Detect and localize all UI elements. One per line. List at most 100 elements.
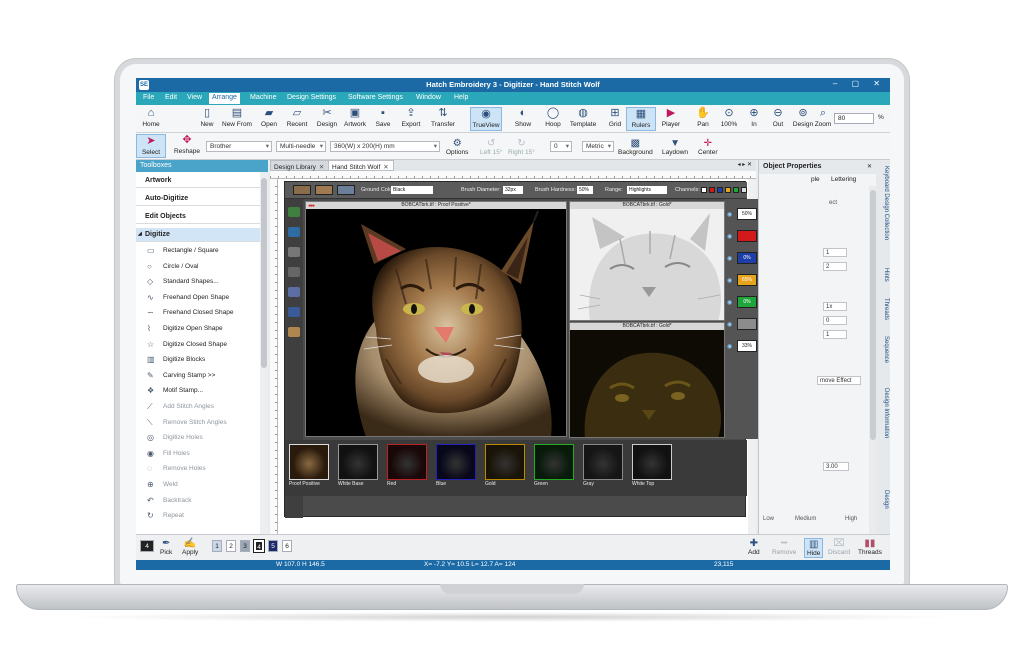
tab-scroll-arrows-icon[interactable]: ◂ ▸ ✕: [738, 161, 752, 168]
laydown-button[interactable]: ▼ Laydown: [662, 138, 688, 156]
tab-hints[interactable]: Hints: [877, 268, 889, 282]
tab-hand-stitch-wolf[interactable]: Hand Stitch Wolf ✕: [328, 160, 394, 171]
property-input-5[interactable]: 1: [823, 330, 847, 339]
digitize-tool-item[interactable]: ◇ Standard Shapes...: [145, 275, 259, 288]
menu-file[interactable]: File: [140, 94, 157, 101]
toolbox-section-auto-digitize[interactable]: Auto-Digitize: [136, 192, 260, 206]
threads-button[interactable]: ▮▮ Threads: [858, 538, 882, 556]
visibility-eye-icon[interactable]: ◉: [727, 277, 732, 284]
tab-design-information[interactable]: Design Information: [877, 388, 889, 438]
options-button[interactable]: ⚙ Options: [446, 138, 468, 156]
eye-tool-icon[interactable]: [288, 227, 300, 237]
toolbox-scrollbar[interactable]: [260, 172, 268, 534]
color-chip-3[interactable]: 3: [240, 540, 250, 552]
digitize-tool-item[interactable]: ✎ Carving Stamp >>: [145, 369, 259, 382]
tab-design[interactable]: Design: [877, 490, 889, 509]
gold-channel-window-top[interactable]: BOBCATbrk.tif : Gold*: [569, 201, 725, 321]
menu-machine[interactable]: Machine: [247, 94, 279, 101]
property-input-6[interactable]: 3.00: [823, 462, 849, 471]
digitize-tool-item[interactable]: ▥ Digitize Blocks: [145, 353, 259, 366]
property-input-3[interactable]: 1x: [823, 302, 847, 311]
channel-color-swatch[interactable]: 0%: [737, 296, 757, 308]
transfer-button[interactable]: ⇅ Transfer: [426, 107, 460, 131]
digitize-tool-item[interactable]: ◎ Digitize Holes: [145, 431, 259, 444]
channel-swatch-green[interactable]: [733, 187, 739, 193]
brush-preset-button-3[interactable]: [337, 185, 355, 195]
remove-effect-button[interactable]: move Effect: [817, 376, 861, 385]
color-chip-6[interactable]: 6: [282, 540, 292, 552]
save-button[interactable]: ▪ Save: [368, 107, 398, 131]
menu-design-settings[interactable]: Design Settings: [284, 94, 339, 101]
zoom-level-input[interactable]: 80: [834, 113, 874, 124]
menu-window[interactable]: Window: [413, 94, 444, 101]
background-button[interactable]: ▩ Background: [618, 138, 653, 156]
visibility-eye-icon[interactable]: ◉: [727, 321, 732, 328]
digitize-tool-item[interactable]: ○ Circle / Oval: [145, 260, 259, 273]
menu-view[interactable]: View: [184, 94, 205, 101]
tab-threads[interactable]: Threads: [877, 298, 889, 320]
window-controls[interactable]: – ▢ ✕: [833, 79, 886, 88]
menu-help[interactable]: Help: [451, 94, 471, 101]
brush-diameter-input[interactable]: 32px: [503, 186, 523, 194]
digitize-tool-item[interactable]: ↻ Repeat: [145, 509, 259, 522]
pick-button[interactable]: ✒ Pick: [160, 538, 172, 556]
rulers-button[interactable]: ▦ Rulers: [626, 107, 656, 131]
channel-swatch-gold[interactable]: [725, 187, 731, 193]
visibility-eye-icon[interactable]: ◉: [727, 255, 732, 262]
tab-lettering[interactable]: Lettering: [831, 176, 856, 183]
color-chip-2[interactable]: 2: [226, 540, 236, 552]
channel-thumbnail[interactable]: Gold: [485, 444, 525, 490]
current-color-number[interactable]: 4: [140, 540, 154, 552]
color-chip-4[interactable]: 4: [253, 539, 265, 553]
design-button[interactable]: ✂ Design: [312, 107, 342, 131]
player-button[interactable]: ▶ Player: [656, 107, 686, 131]
center-button[interactable]: ✛ Center: [698, 138, 718, 156]
digitize-tool-item[interactable]: ⊕ Weld: [145, 478, 259, 491]
channel-thumbnail[interactable]: White Base: [338, 444, 378, 490]
trueview-button[interactable]: ◉ TrueView: [470, 107, 502, 131]
zoom-button[interactable]: ⌕ Zoom: [812, 107, 834, 131]
show-button[interactable]: ◐ Show: [508, 107, 538, 131]
tab-simple[interactable]: ple: [811, 176, 820, 183]
discard-button[interactable]: ⌧ Discard: [828, 538, 850, 556]
export-button[interactable]: ⇪ Export: [396, 107, 426, 131]
channel-swatch-blue[interactable]: [717, 187, 723, 193]
angle-input[interactable]: 0: [550, 141, 572, 152]
menu-arrange[interactable]: Arrange: [209, 93, 240, 104]
tab-design-library[interactable]: Design Library ✕: [270, 160, 330, 171]
channel-color-swatch[interactable]: [737, 318, 757, 330]
toolbox-section-digitize[interactable]: ◢ Digitize: [136, 228, 260, 242]
channel-color-swatch[interactable]: 33%: [737, 340, 757, 352]
toolbox-scroll-thumb[interactable]: [261, 178, 267, 368]
close-icon[interactable]: ✕: [383, 164, 388, 171]
channel-color-swatch[interactable]: [737, 230, 757, 242]
digitize-tool-item[interactable]: ⟍ Remove Stitch Angles: [145, 416, 259, 429]
new-from-button[interactable]: ▤ New From: [220, 107, 254, 131]
apply-button[interactable]: ✍ Apply: [182, 538, 198, 556]
channel-color-swatch[interactable]: 50%: [737, 208, 757, 220]
channel-color-swatch[interactable]: 65%: [737, 274, 757, 286]
reshape-tool-button[interactable]: ✥ Reshape: [170, 134, 204, 158]
range-select[interactable]: Highlights: [627, 186, 667, 194]
select-tool-button[interactable]: ➤ Select: [136, 134, 166, 158]
ground-color-select[interactable]: Black: [391, 186, 433, 194]
tab-keyboard-design-collection[interactable]: Keyboard Design Collection: [877, 166, 889, 240]
digitize-tool-item[interactable]: ◌ Remove Holes: [145, 462, 259, 475]
add-button[interactable]: ✚ Add: [748, 538, 760, 556]
property-input-1[interactable]: 1: [823, 248, 847, 257]
eraser-tool-icon[interactable]: [288, 307, 300, 317]
move-tool-icon[interactable]: [288, 207, 300, 217]
channel-thumbnail[interactable]: Green: [534, 444, 574, 490]
channel-thumbnail[interactable]: Blue: [436, 444, 476, 490]
color-chip-1[interactable]: 1: [212, 540, 222, 552]
artwork-button[interactable]: ▣ Artwork: [340, 107, 370, 131]
remove-button[interactable]: ━ Remove: [772, 538, 796, 556]
channel-swatch-white-top[interactable]: [741, 187, 747, 193]
digitize-tool-item[interactable]: ▭ Rectangle / Square: [145, 244, 259, 257]
units-select[interactable]: Metric: [582, 141, 614, 152]
digitize-tool-item[interactable]: ❖ Motif Stamp...: [145, 384, 259, 397]
channel-thumbnail[interactable]: Proof Positive: [289, 444, 329, 490]
needle-type-select[interactable]: Multi-needle: [276, 141, 326, 152]
digitize-tool-item[interactable]: ↶ Backtrack: [145, 494, 259, 507]
toolbox-section-edit-objects[interactable]: Edit Objects: [136, 210, 260, 224]
